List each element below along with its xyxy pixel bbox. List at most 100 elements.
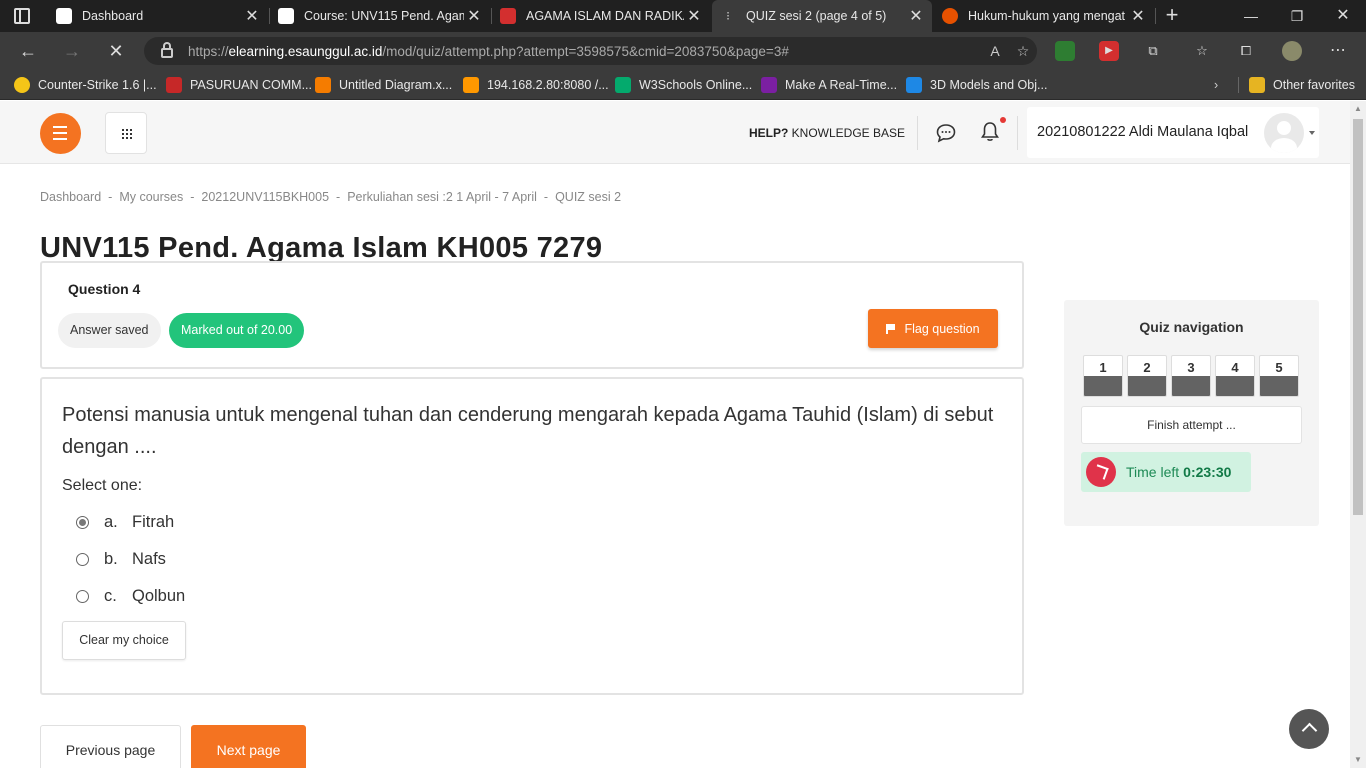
close-icon[interactable]: ✕ <box>906 6 926 26</box>
time-value: 0:23:30 <box>1183 464 1232 480</box>
site-favicon-icon <box>278 8 294 24</box>
site-favicon-icon <box>56 8 72 24</box>
bookmark-icon <box>615 77 631 93</box>
bookmark-item[interactable]: Counter-Strike 1.6 |... <box>14 76 157 94</box>
previous-page-button[interactable]: Previous page <box>40 725 181 768</box>
more-icon[interactable]: ⋯ <box>1328 41 1348 61</box>
bookmark-icon <box>761 77 777 93</box>
user-menu[interactable]: 20210801222 Aldi Maulana Iqbal <box>1027 107 1319 158</box>
bookmark-icon <box>463 77 479 93</box>
bookmark-item[interactable]: PASURUAN COMM... <box>166 76 312 94</box>
question-nav-button[interactable]: 4 <box>1215 355 1255 397</box>
next-page-button[interactable]: Next page <box>191 725 306 768</box>
bookmark-item[interactable]: W3Schools Online... <box>615 76 752 94</box>
finish-attempt-button[interactable]: Finish attempt ... <box>1081 406 1302 444</box>
page-scrollbar[interactable]: ▲ ▼ <box>1350 101 1366 768</box>
profile-avatar-icon[interactable] <box>1282 41 1302 61</box>
close-icon[interactable]: ✕ <box>464 6 484 26</box>
collections-icon[interactable]: ⧠ <box>1236 41 1256 61</box>
restore-icon[interactable]: ❐ <box>1274 0 1320 32</box>
question-nav-button[interactable]: 2 <box>1127 355 1167 397</box>
folder-icon <box>1249 77 1265 93</box>
answer-option-c[interactable]: c. Qolbun <box>76 585 185 607</box>
lock-icon[interactable] <box>161 42 173 58</box>
radio-button[interactable] <box>76 515 89 529</box>
breadcrumb-item[interactable]: Dashboard <box>40 190 101 204</box>
tab-title: AGAMA ISLAM DAN RADIKAL <box>526 9 684 23</box>
tab-title: QUIZ sesi 2 (page 4 of 5) <box>746 9 887 23</box>
back-to-top-button[interactable] <box>1289 709 1329 749</box>
notifications-bell-icon[interactable] <box>980 121 1000 143</box>
url-text[interactable]: https://elearning.esaunggul.ac.id/mod/qu… <box>188 44 981 59</box>
add-favorite-icon[interactable]: ☆ <box>1009 43 1037 60</box>
tab-title: Hukum-hukum yang mengat <box>968 9 1126 23</box>
drawer-toggle-button[interactable] <box>40 113 81 154</box>
read-aloud-icon[interactable]: A <box>981 43 1009 59</box>
tab-course[interactable]: Course: UNV115 Pend. Agam ✕ <box>270 0 490 32</box>
avatar[interactable] <box>1264 113 1304 153</box>
window-close-icon[interactable]: ✕ <box>1320 0 1366 32</box>
favorites-icon[interactable]: ☆ <box>1192 41 1212 61</box>
caret-down-icon[interactable] <box>1309 131 1315 135</box>
radio-button[interactable] <box>76 552 89 566</box>
close-icon[interactable]: ✕ <box>684 6 704 26</box>
question-nav-button[interactable]: 5 <box>1259 355 1299 397</box>
tab-title: Dashboard <box>82 9 144 23</box>
scroll-down-icon[interactable]: ▼ <box>1350 752 1366 768</box>
bookmarks-bar: Counter-Strike 1.6 |... PASURUAN COMM...… <box>0 70 1366 100</box>
other-favorites[interactable]: Other favorites <box>1249 76 1355 94</box>
tab-dashboard[interactable]: Dashboard ✕ <box>48 0 268 32</box>
close-icon[interactable]: ✕ <box>242 6 262 26</box>
page-viewport: HELP? KNOWLEDGE BASE 20210801222 Aldi Ma… <box>0 101 1350 768</box>
new-tab-icon[interactable]: + <box>1161 3 1183 29</box>
scrollbar-thumb[interactable] <box>1353 119 1363 515</box>
bookmark-icon <box>166 77 182 93</box>
timer-icon <box>1086 457 1116 487</box>
answer-option-a[interactable]: a. Fitrah <box>76 511 174 533</box>
site-favicon-icon <box>942 8 958 24</box>
flag-icon <box>886 324 896 334</box>
messages-icon[interactable] <box>936 123 956 143</box>
marks-badge: Marked out of 20.00 <box>169 313 305 348</box>
question-nav-button[interactable]: 3 <box>1171 355 1211 397</box>
bookmark-item[interactable]: 194.168.2.80:8080 /... <box>463 76 609 94</box>
flag-question-button[interactable]: Flag question <box>868 309 998 348</box>
user-name: 20210801222 Aldi Maulana Iqbal <box>1037 124 1249 140</box>
browser-tab-bar: Dashboard ✕ Course: UNV115 Pend. Agam ✕ … <box>0 0 1366 32</box>
breadcrumb-item[interactable]: My courses <box>119 190 183 204</box>
select-prompt: Select one: <box>62 477 143 494</box>
question-content-panel: Potensi manusia untuk mengenal tuhan dan… <box>40 377 1024 695</box>
chevron-right-icon[interactable]: › <box>1214 76 1218 94</box>
scroll-up-icon[interactable]: ▲ <box>1350 101 1366 117</box>
breadcrumb-item[interactable]: Perkuliahan sesi :2 1 April - 7 April <box>347 190 537 204</box>
breadcrumb-item[interactable]: QUIZ sesi 2 <box>555 190 621 204</box>
question-nav-button[interactable]: 1 <box>1083 355 1123 397</box>
tab-hukum[interactable]: Hukum-hukum yang mengat ✕ <box>934 0 1154 32</box>
tab-pdf[interactable]: AGAMA ISLAM DAN RADIKAL ✕ <box>492 0 710 32</box>
close-icon[interactable]: ✕ <box>1128 6 1148 26</box>
apps-menu-button[interactable] <box>105 112 147 154</box>
grid-icon <box>122 129 132 139</box>
tab-actions-icon[interactable] <box>14 8 30 24</box>
question-number: Question 4 <box>68 281 141 297</box>
answer-option-b[interactable]: b. Nafs <box>76 548 166 570</box>
breadcrumb-item[interactable]: 20212UNV115BKH005 <box>201 190 329 204</box>
time-left-display: Time left 0:23:30 <box>1081 452 1251 492</box>
url-field[interactable]: https://elearning.esaunggul.ac.id/mod/qu… <box>144 37 1037 65</box>
extension-icon[interactable] <box>1055 41 1075 61</box>
stop-loading-icon[interactable]: ✕ <box>102 38 130 64</box>
forward-icon[interactable]: → <box>58 38 86 64</box>
clear-choice-button[interactable]: Clear my choice <box>62 621 186 660</box>
extension-icon[interactable]: ▶ <box>1099 41 1119 61</box>
bookmark-item[interactable]: Untitled Diagram.x... <box>315 76 452 94</box>
radio-button[interactable] <box>76 589 89 603</box>
bookmark-item[interactable]: Make A Real-Time... <box>761 76 897 94</box>
bookmark-item[interactable]: 3D Models and Obj... <box>906 76 1047 94</box>
minimize-icon[interactable]: — <box>1228 0 1274 32</box>
extensions-icon[interactable]: ⧉ <box>1143 41 1163 61</box>
back-icon[interactable]: ← <box>14 38 42 64</box>
help-knowledge-base-link[interactable]: HELP? KNOWLEDGE BASE <box>749 126 905 140</box>
tab-quiz[interactable]: ⁝ QUIZ sesi 2 (page 4 of 5) ✕ <box>712 0 932 32</box>
loading-icon: ⁝ <box>726 9 730 23</box>
breadcrumb: Dashboard - My courses - 20212UNV115BKH005… <box>40 190 622 204</box>
